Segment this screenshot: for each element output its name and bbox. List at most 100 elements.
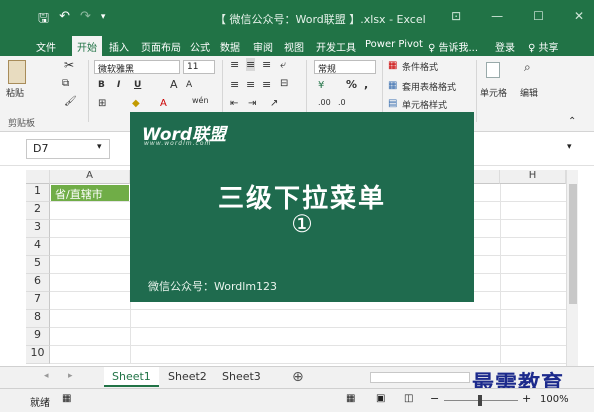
row-header-3[interactable]: 3 bbox=[26, 220, 50, 238]
align-left-icon[interactable]: ≡ bbox=[230, 78, 239, 91]
page-break-view-icon[interactable]: ◫ bbox=[404, 393, 413, 404]
collapse-ribbon-icon[interactable]: ⌃ bbox=[568, 116, 576, 127]
column-header-h[interactable]: H bbox=[500, 170, 566, 184]
zoom-out-button[interactable]: − bbox=[430, 392, 439, 405]
page-layout-view-icon[interactable]: ▣ bbox=[376, 393, 385, 404]
phonetic-icon[interactable]: wén bbox=[192, 96, 209, 105]
merge-center-icon[interactable]: ⊟ bbox=[280, 78, 288, 89]
fill-color-icon[interactable]: ◆ bbox=[132, 98, 140, 109]
conditional-format-button[interactable]: 条件格式 bbox=[402, 60, 438, 73]
tab-power-pivot[interactable]: Power Pivot bbox=[365, 39, 423, 50]
grow-font-button[interactable]: A bbox=[170, 78, 178, 91]
number-format-select[interactable]: 常规 bbox=[314, 60, 376, 74]
paste-icon[interactable] bbox=[8, 60, 26, 84]
tab-review[interactable]: 审阅 bbox=[253, 39, 273, 54]
macro-record-icon[interactable]: ▦ bbox=[62, 393, 71, 404]
tell-me-search[interactable]: ♀ 告诉我... bbox=[428, 39, 478, 54]
column-header-a[interactable]: A bbox=[50, 170, 130, 184]
tab-formulas[interactable]: 公式 bbox=[190, 39, 210, 54]
status-ready: 就绪 bbox=[30, 398, 50, 409]
cut-icon[interactable]: ✂ bbox=[64, 58, 74, 72]
cell-style-icon[interactable]: ▤ bbox=[388, 98, 397, 109]
tab-data[interactable]: 数据 bbox=[220, 39, 240, 54]
row-header-7[interactable]: 7 bbox=[26, 292, 50, 310]
tab-page-layout[interactable]: 页面布局 bbox=[141, 39, 181, 54]
copy-icon[interactable]: ⧉ bbox=[62, 78, 69, 89]
tab-file[interactable]: 文件 bbox=[36, 39, 56, 54]
align-center-icon[interactable]: ≡ bbox=[246, 78, 255, 91]
sheet-tab-1[interactable]: Sheet1 bbox=[104, 367, 159, 387]
vertical-scroll-thumb[interactable] bbox=[569, 184, 577, 304]
expand-formula-bar-icon[interactable]: ▾ bbox=[567, 142, 572, 152]
paste-label[interactable]: 粘贴 bbox=[6, 86, 24, 99]
wrap-text-icon[interactable]: ⤶ bbox=[280, 58, 286, 72]
row-header-2[interactable]: 2 bbox=[26, 202, 50, 220]
share-button[interactable]: ♀ 共享 bbox=[528, 39, 559, 54]
cell-a1[interactable]: 省/直辖市 bbox=[51, 185, 129, 201]
normal-view-icon[interactable]: ▦ bbox=[346, 393, 355, 404]
name-box-dropdown-icon[interactable]: ▾ bbox=[97, 142, 102, 152]
horizontal-scrollbar[interactable] bbox=[370, 372, 470, 383]
align-middle-icon[interactable]: ≡ bbox=[246, 58, 256, 71]
tab-view[interactable]: 视图 bbox=[284, 39, 304, 54]
italic-button[interactable]: I bbox=[117, 80, 120, 90]
font-size-select[interactable]: 11 bbox=[183, 60, 215, 74]
row-header-5[interactable]: 5 bbox=[26, 256, 50, 274]
bold-button[interactable]: B bbox=[98, 80, 105, 90]
shrink-font-button[interactable]: A bbox=[186, 80, 192, 90]
font-name-select[interactable]: 微软雅黑 bbox=[94, 60, 180, 74]
close-button[interactable]: ✕ bbox=[574, 9, 584, 23]
align-bottom-icon[interactable]: ≡ bbox=[262, 58, 271, 71]
minimize-button[interactable]: — bbox=[491, 9, 503, 23]
align-right-icon[interactable]: ≡ bbox=[262, 78, 271, 91]
add-sheet-button[interactable]: ⊕ bbox=[292, 369, 304, 385]
customize-qat-icon[interactable]: ▾ bbox=[101, 12, 106, 31]
cells-icon[interactable] bbox=[486, 62, 500, 78]
row-header-8[interactable]: 8 bbox=[26, 310, 50, 328]
tab-developer[interactable]: 开发工具 bbox=[316, 39, 356, 54]
increase-indent-icon[interactable]: ⇥ bbox=[248, 98, 256, 109]
zoom-in-button[interactable]: + bbox=[522, 392, 531, 405]
decrease-indent-icon[interactable]: ⇤ bbox=[230, 98, 238, 109]
cell-styles-button[interactable]: 单元格样式 bbox=[402, 98, 447, 111]
maximize-button[interactable]: ☐ bbox=[533, 9, 544, 23]
borders-icon[interactable]: ⊞ bbox=[98, 98, 106, 109]
tab-home[interactable]: 开始 bbox=[72, 36, 102, 56]
format-as-table-button[interactable]: 套用表格格式 bbox=[402, 80, 456, 93]
zoom-slider-thumb[interactable] bbox=[478, 395, 482, 406]
format-painter-icon[interactable]: 🖌 bbox=[64, 96, 77, 107]
row-header-4[interactable]: 4 bbox=[26, 238, 50, 256]
underline-button[interactable]: U bbox=[134, 80, 141, 90]
zoom-level[interactable]: 100% bbox=[540, 394, 569, 405]
row-header-10[interactable]: 10 bbox=[26, 346, 50, 364]
table-format-icon[interactable]: ▦ bbox=[388, 80, 397, 91]
decrease-decimal-icon[interactable]: .0 bbox=[338, 98, 346, 107]
sheet-tab-3[interactable]: Sheet3 bbox=[214, 367, 269, 387]
comma-button[interactable]: , bbox=[364, 78, 368, 91]
align-top-icon[interactable]: ≡ bbox=[230, 58, 239, 71]
font-color-icon[interactable]: A bbox=[160, 98, 167, 109]
tab-insert[interactable]: 插入 bbox=[109, 39, 129, 54]
row-header-9[interactable]: 9 bbox=[26, 328, 50, 346]
undo-icon[interactable]: ↶ bbox=[59, 9, 70, 31]
cells-button[interactable]: 单元格 bbox=[480, 86, 507, 99]
editing-button[interactable]: 编辑 bbox=[520, 86, 538, 99]
orientation-icon[interactable]: ↗ bbox=[270, 98, 278, 109]
percent-button[interactable]: % bbox=[346, 78, 357, 91]
prev-sheet-icon[interactable]: ◂ bbox=[44, 371, 49, 381]
conditional-format-icon[interactable]: ▦ bbox=[388, 60, 397, 71]
sign-in-link[interactable]: 登录 bbox=[495, 39, 515, 54]
next-sheet-icon[interactable]: ▸ bbox=[68, 371, 73, 381]
increase-decimal-icon[interactable]: .00 bbox=[318, 98, 331, 107]
redo-icon[interactable]: ↷ bbox=[80, 9, 91, 31]
row-header-1[interactable]: 1 bbox=[26, 184, 50, 202]
select-all-corner[interactable] bbox=[26, 170, 50, 184]
ribbon-display-options-icon[interactable]: ⊡ bbox=[451, 9, 461, 23]
find-icon[interactable]: ⌕ bbox=[524, 60, 531, 75]
card-number: ① bbox=[291, 210, 313, 238]
vertical-scrollbar[interactable] bbox=[566, 170, 578, 366]
save-icon[interactable]: 🖫 bbox=[38, 9, 49, 31]
currency-icon[interactable]: ¥ bbox=[318, 80, 324, 91]
sheet-tab-2[interactable]: Sheet2 bbox=[160, 367, 215, 387]
row-header-6[interactable]: 6 bbox=[26, 274, 50, 292]
